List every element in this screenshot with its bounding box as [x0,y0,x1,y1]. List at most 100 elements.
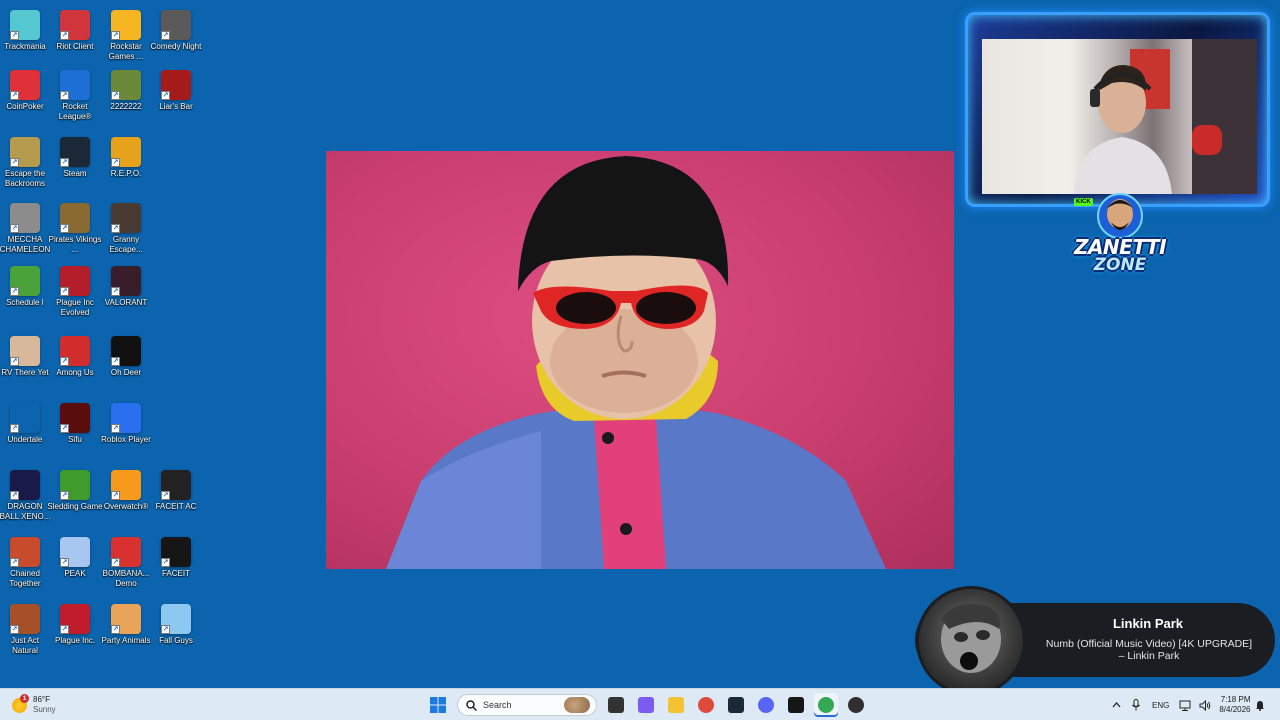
desktop-icon-label: 2222222 [110,102,142,111]
taskbar-clock[interactable]: 7:18 PM 8/4/2026 [1219,695,1250,715]
rocket-league-icon: ↗ [60,70,90,100]
taskbar-app-button[interactable] [724,693,748,717]
desktop-icon[interactable]: ↗ Roblox Player [101,403,151,445]
desktop-icon[interactable]: ↗ Rocket League® [50,70,100,122]
desktop-icon-label: BOMBANA... Demo [102,569,150,588]
language-indicator[interactable]: ENG [1152,701,1169,710]
desktop-icon[interactable]: ↗ Riot Client [50,10,100,52]
rockstar-icon: ↗ [111,10,141,40]
deer-icon: ↗ [111,336,141,366]
microphone-button[interactable] [1127,695,1145,715]
shortcut-arrow-icon: ↗ [10,357,19,366]
coinpoker-icon: ↗ [10,70,40,100]
desktop-icon[interactable]: ↗ BOMBANA... Demo [101,537,151,589]
desktop-icon-label: Party Animals [101,636,151,645]
desktop-icon[interactable]: ↗ Trackmania [0,10,50,52]
taskbar: 1 86°F Sunny Search ENG 7:18 PM 8/4/2026 [0,688,1280,720]
game-icon: ↗ [111,70,141,100]
desktop-icon[interactable]: ↗ DRAGON BALL XENO... [0,470,50,522]
taskbar-app-button[interactable] [634,693,658,717]
shortcut-arrow-icon: ↗ [111,287,120,296]
desktop-icon-label: R.E.P.O. [110,169,142,178]
desktop-icon[interactable]: ↗ PEAK [50,537,100,579]
desktop-icon[interactable]: ↗ Plague Inc. [50,604,100,646]
start-button[interactable] [426,693,450,717]
desktop-icon[interactable]: ↗ R.E.P.O. [101,137,151,179]
shortcut-arrow-icon: ↗ [10,625,19,634]
sifu-icon: ↗ [60,403,90,433]
desktop-icon-label: Rocket League® [58,102,92,121]
shortcut-arrow-icon: ↗ [60,224,69,233]
biohazard-icon: ↗ [60,604,90,634]
desktop-icon[interactable]: ↗ Comedy Night [151,10,201,52]
taskbar-app-button[interactable] [754,693,778,717]
desktop-icon[interactable]: ↗ Oh Deer [101,336,151,378]
desktop-icon-label: Undertale [7,435,43,444]
desktop-icon[interactable]: ↗ Among Us [50,336,100,378]
shortcut-arrow-icon: ↗ [60,625,69,634]
desktop-icon[interactable]: ↗ Sifu [50,403,100,445]
desktop-icon[interactable]: ↗ 2222222 [101,70,151,112]
taskbar-app-button[interactable] [784,693,808,717]
desktop-icon[interactable]: ↗ Just Act Natural [0,604,50,656]
desktop-icon[interactable]: ↗ MECCHA CHAMELEON [0,203,50,255]
taskbar-app-button[interactable] [664,693,688,717]
desktop-icon-label: Overwatch® [103,502,149,511]
desktop-icon-label: VALORANT [104,298,148,307]
biohazard-icon: ↗ [60,266,90,296]
desktop-icon-label: Trackmania [4,42,46,51]
task-view-icon [608,697,624,713]
desktop-icon[interactable]: ↗ Party Animals [101,604,151,646]
copilot-icon [638,697,654,713]
desktop-icon[interactable]: ↗ Granny Escape... [101,203,151,255]
desktop-icon[interactable]: ↗ Sledding Game [47,470,103,512]
shortcut-arrow-icon: ↗ [111,491,120,500]
taskbar-app-button[interactable] [604,693,628,717]
shortcut-arrow-icon: ↗ [60,91,69,100]
desktop-icon[interactable]: ↗ VALORANT [101,266,151,308]
desktop-icon[interactable]: ↗ Escape the Backrooms [0,137,50,189]
wallpaper-photo [326,151,954,569]
desktop-icon-label: Schedule I [6,298,44,307]
shortcut-arrow-icon: ↗ [111,424,120,433]
taskbar-search[interactable]: Search [457,694,597,716]
sun-icon: 1 [12,693,29,713]
weather-widget[interactable]: 1 86°F Sunny [12,693,56,716]
backrooms-icon: ↗ [10,137,40,167]
desktop-icon[interactable]: ↗ Liar's Bar [151,70,201,112]
desktop-icon[interactable]: ↗ Undertale [0,403,50,445]
shortcut-arrow-icon: ↗ [161,625,170,634]
network-button[interactable] [1176,695,1194,715]
desktop-icon[interactable]: ↗ CoinPoker [0,70,50,112]
repo-icon: ↗ [111,137,141,167]
speaker-icon [1199,699,1211,711]
brand-line2: ZONE [1093,255,1147,275]
desktop-icon[interactable]: ↗ Pirates Vikings ... [49,203,101,255]
weather-temperature: 86°F [33,695,50,704]
shortcut-arrow-icon: ↗ [111,31,120,40]
shortcut-arrow-icon: ↗ [111,224,120,233]
desktop-icon[interactable]: ↗ Fall Guys [151,604,201,646]
desktop-icon[interactable]: ↗ Schedule I [0,266,50,308]
now-playing-card[interactable]: Linkin Park Numb (Official Music Video) … [915,586,1275,696]
desktop-icon[interactable]: ↗ Chained Together [0,537,50,589]
desktop-icon[interactable]: ↗ Plague Inc Evolved [50,266,100,318]
taskbar-app-button[interactable] [844,693,868,717]
volume-button[interactable] [1196,695,1214,715]
notifications-button[interactable] [1251,695,1269,715]
album-art-image [941,603,1001,673]
shortcut-arrow-icon: ↗ [10,224,19,233]
chrome-icon [818,697,834,713]
desktop-icon[interactable]: ↗ RV There Yet [0,336,50,378]
desktop-icon-label: Just Act Natural [10,636,39,655]
desktop-icon[interactable]: ↗ FACEIT [151,537,201,579]
desktop-icon[interactable]: ↗ FACEIT AC [151,470,201,512]
desktop-icon[interactable]: ↗ Rockstar Games ... [101,10,151,62]
desktop-icon[interactable]: ↗ Steam [50,137,100,179]
taskbar-app-button[interactable] [694,693,718,717]
shortcut-arrow-icon: ↗ [161,31,170,40]
desktop-icon-label: Sledding Game [47,502,103,511]
taskbar-app-button[interactable] [814,693,838,717]
desktop-icon[interactable]: ↗ Overwatch® [101,470,151,512]
tray-overflow-button[interactable] [1107,695,1125,715]
